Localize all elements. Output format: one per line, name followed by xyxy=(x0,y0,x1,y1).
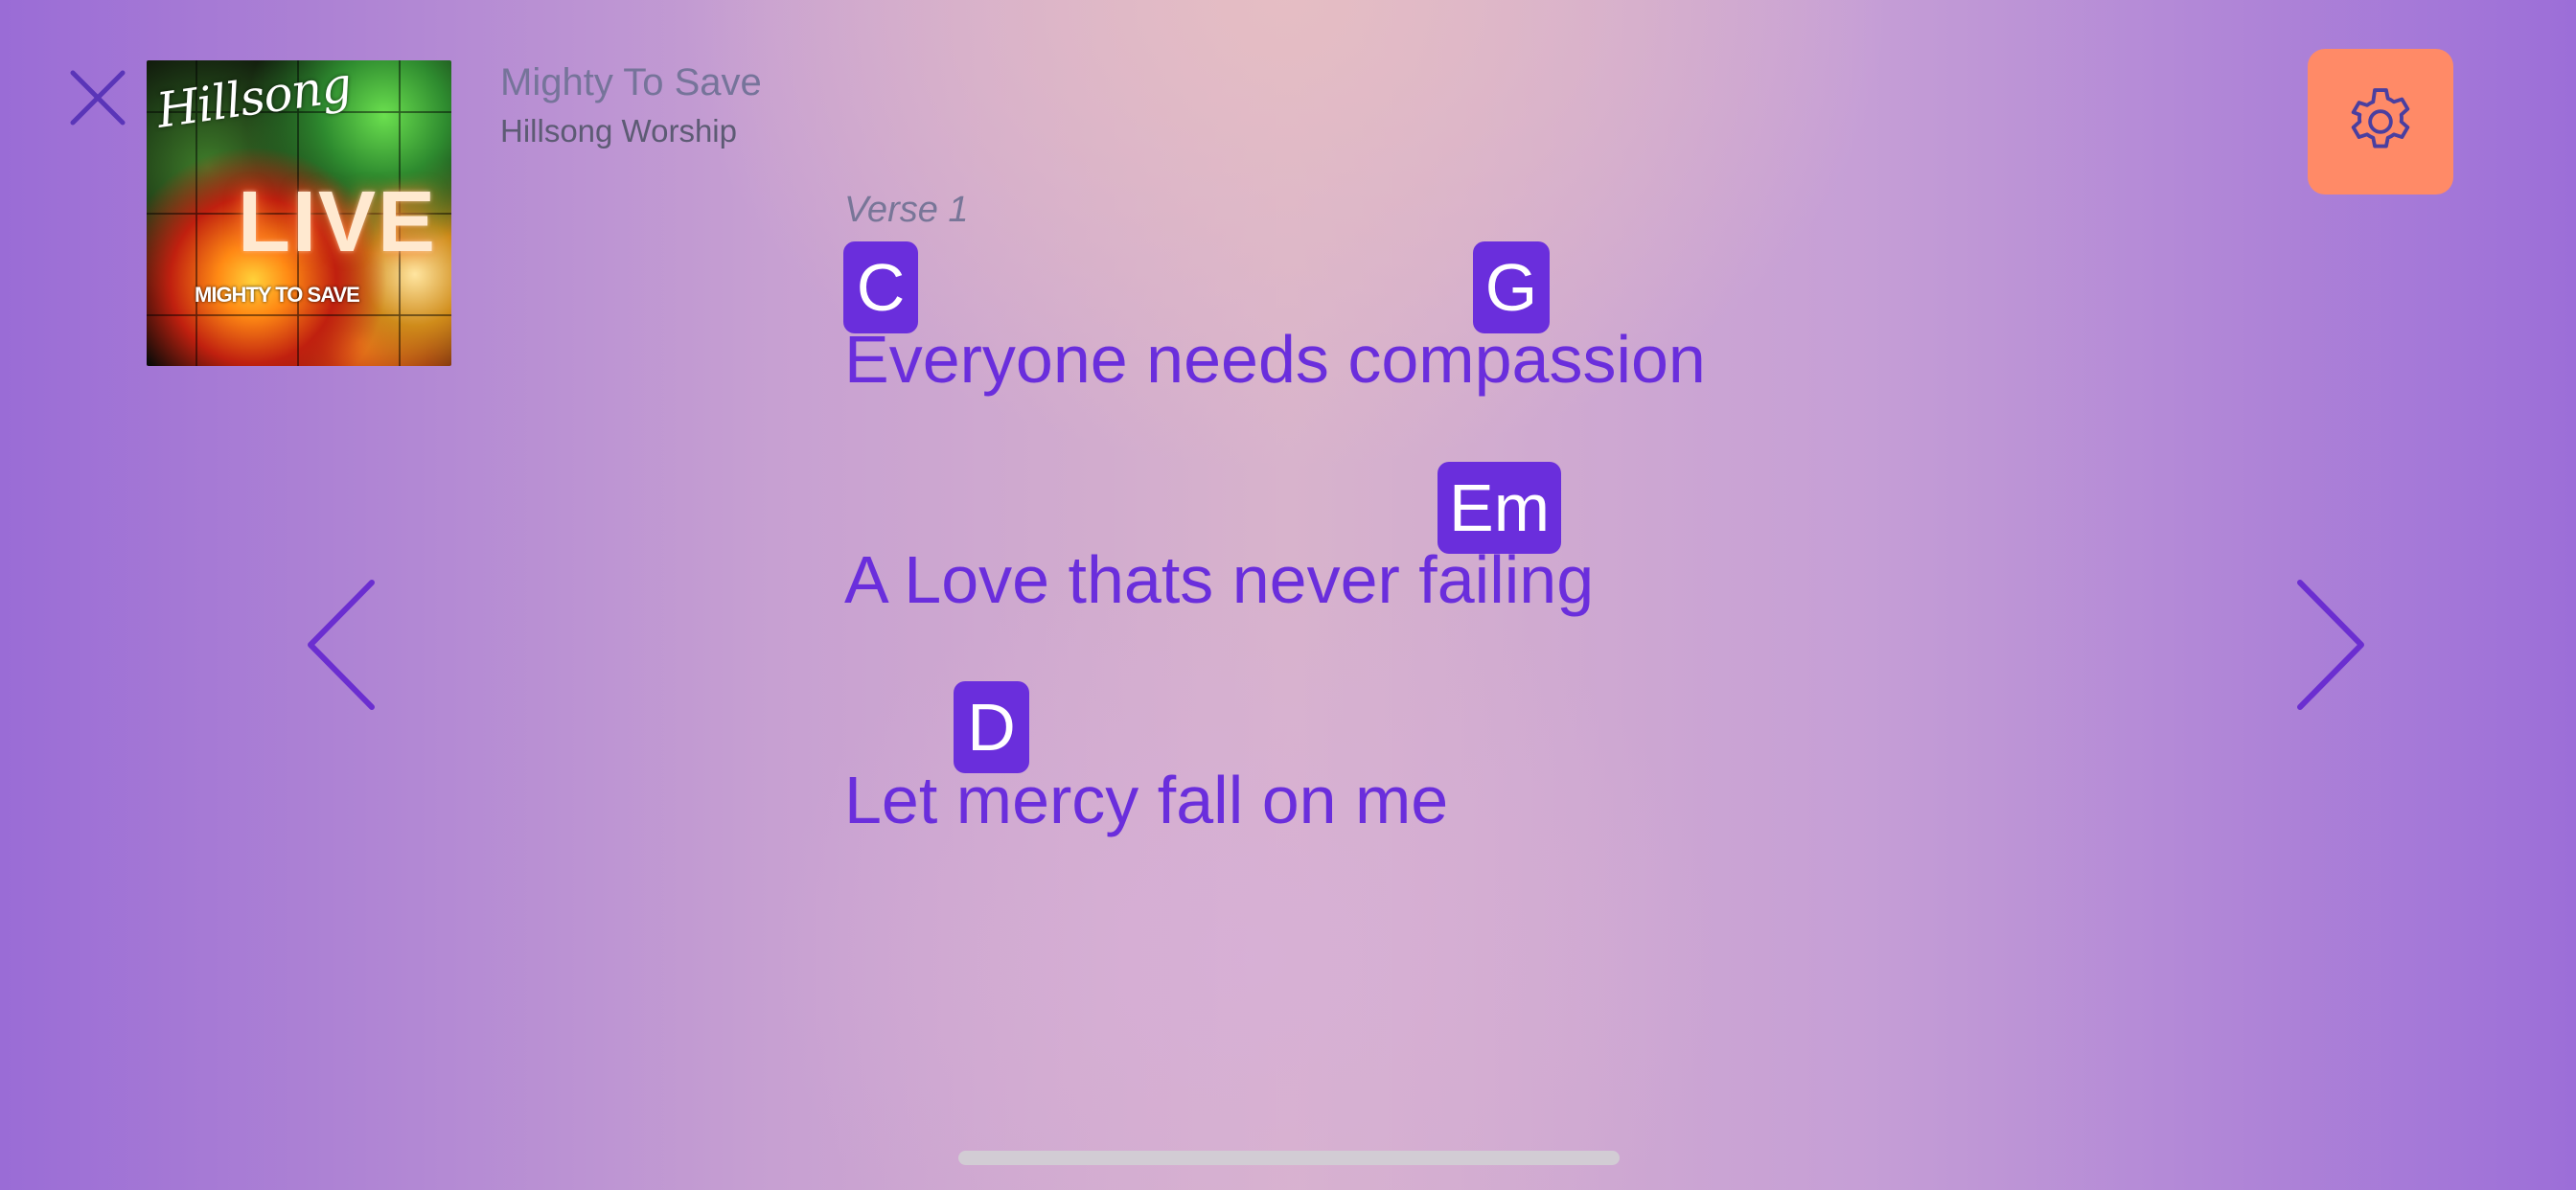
home-indicator[interactable] xyxy=(958,1151,1620,1165)
close-button[interactable] xyxy=(63,63,132,132)
section-label: Verse 1 xyxy=(844,190,969,230)
chord-d[interactable]: D xyxy=(954,681,1029,773)
album-live-text: LIVE xyxy=(238,174,438,270)
settings-button[interactable] xyxy=(2308,49,2453,195)
chevron-right-icon xyxy=(2297,580,2364,710)
previous-button[interactable] xyxy=(297,573,383,717)
chord-em[interactable]: Em xyxy=(1438,462,1561,554)
song-title: Mighty To Save xyxy=(500,61,762,103)
artist-name: Hillsong Worship xyxy=(500,113,737,149)
lyric-line-3: Let mercy fall on me xyxy=(844,763,1449,837)
album-art: Hillsong LIVE MIGHTY TO SAVE xyxy=(147,60,451,366)
chevron-left-icon xyxy=(308,580,375,710)
album-name-text: MIGHTY TO SAVE xyxy=(195,283,360,307)
lyric-line-2: A Love thats never failing xyxy=(844,542,1595,617)
lyric-line-1: Everyone needs compassion xyxy=(844,322,1706,397)
chord-g[interactable]: G xyxy=(1473,241,1550,333)
chord-c[interactable]: C xyxy=(843,241,918,333)
close-icon xyxy=(70,70,126,126)
gear-icon xyxy=(2351,88,2410,149)
next-button[interactable] xyxy=(2288,573,2375,717)
